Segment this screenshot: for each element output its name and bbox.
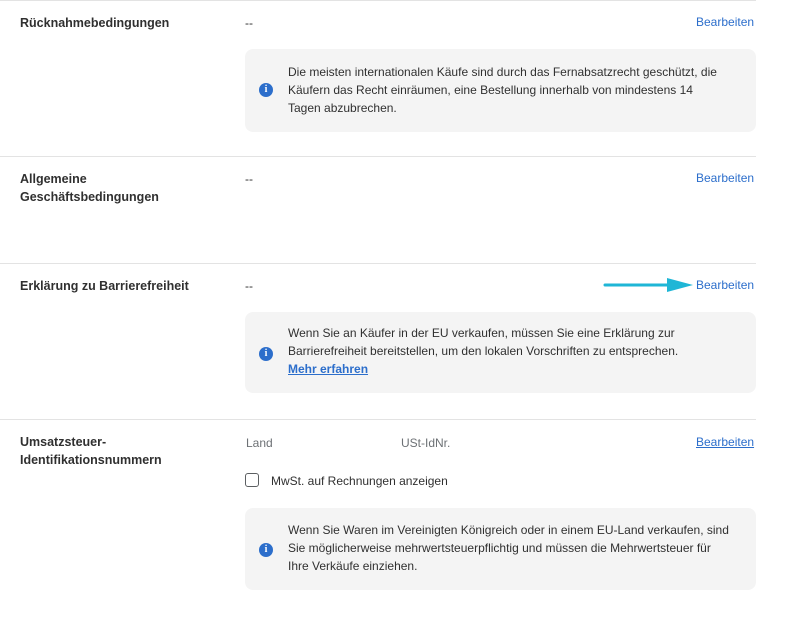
accessibility-info-box: i Wenn Sie an Käufer in der EU verkaufen…	[245, 312, 756, 393]
info-icon: i	[259, 543, 273, 557]
accessibility-label: Erklärung zu Barrierefreiheit	[20, 279, 189, 293]
accessibility-value: --	[245, 279, 253, 293]
vat-label-line1: Umsatzsteuer-	[20, 435, 107, 449]
terms-label-line1: Allgemeine	[20, 172, 87, 186]
show-vat-checkbox[interactable]	[245, 473, 259, 487]
terms-label-line2: Geschäftsbedingungen	[20, 190, 159, 204]
returns-label: Rücknahmebedingungen	[20, 16, 170, 30]
divider-top	[0, 0, 756, 1]
accessibility-info-body: Wenn Sie an Käufer in der EU verkaufen, …	[288, 326, 679, 358]
returns-value: --	[245, 16, 253, 30]
accessibility-info-text: Wenn Sie an Käufer in der EU verkaufen, …	[288, 324, 736, 378]
info-icon: i	[259, 83, 273, 97]
terms-label: Allgemeine Geschäftsbedingungen	[20, 170, 159, 206]
vat-col-vatid: USt-IdNr.	[401, 436, 451, 450]
vat-edit-link[interactable]: Bearbeiten	[696, 433, 754, 451]
vat-info-text: Wenn Sie Waren im Vereinigten Königreich…	[288, 523, 729, 573]
accessibility-edit-link[interactable]: Bearbeiten	[696, 276, 754, 294]
terms-value: --	[245, 172, 253, 186]
terms-edit-link[interactable]: Bearbeiten	[696, 169, 754, 187]
vat-info-box: i Wenn Sie Waren im Vereinigten Königrei…	[245, 508, 756, 590]
vat-label-line2: Identifikationsnummern	[20, 453, 162, 467]
divider-vat	[0, 419, 756, 420]
info-icon: i	[259, 347, 273, 361]
returns-edit-link[interactable]: Bearbeiten	[696, 13, 754, 31]
returns-info-box: i Die meisten internationalen Käufe sind…	[245, 49, 756, 132]
show-vat-checkbox-label[interactable]: MwSt. auf Rechnungen anzeigen	[271, 472, 448, 490]
divider-accessibility	[0, 263, 756, 264]
returns-info-text: Die meisten internationalen Käufe sind d…	[288, 65, 717, 115]
vat-col-country: Land	[246, 436, 273, 450]
learn-more-link[interactable]: Mehr erfahren	[288, 362, 368, 376]
arrow-right-icon	[603, 278, 693, 292]
vat-label: Umsatzsteuer- Identifikationsnummern	[20, 433, 162, 469]
divider-terms	[0, 156, 756, 157]
